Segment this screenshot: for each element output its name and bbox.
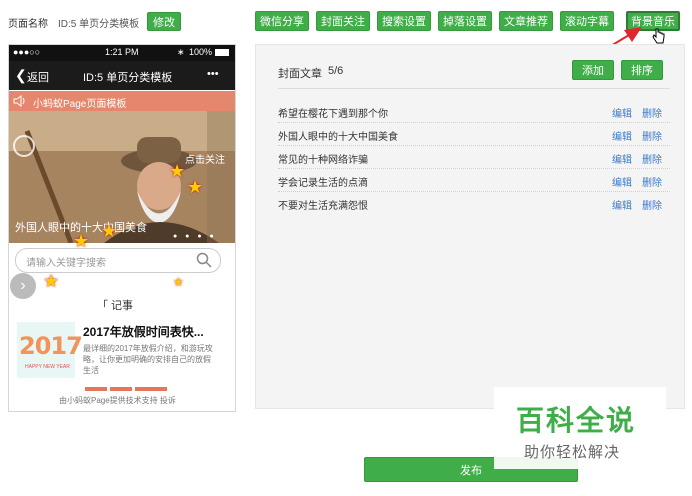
status-bar: ●●●○○ 1:21 PM ∗ 100%: [9, 45, 235, 61]
delete-article-link[interactable]: 删除: [642, 197, 662, 212]
tag-chip: [110, 387, 132, 391]
cover-articles-panel: 封面文章 5/6 添加 排序 希望在樱花下遇到那个你 编辑 删除 外国人眼中的十…: [255, 44, 685, 409]
panel-divider: [278, 88, 670, 89]
edit-article-link[interactable]: 编辑: [612, 197, 632, 212]
falling-star-icon: ★: [169, 161, 186, 181]
search-box[interactable]: 请输入关键字搜索: [15, 248, 221, 273]
article-row: 不要对生活充满怨恨 编辑 删除: [278, 192, 670, 214]
battery-level: 100%: [189, 47, 213, 57]
search-icon[interactable]: [196, 252, 212, 268]
tag-chip: [85, 387, 107, 391]
edit-article-link[interactable]: 编辑: [612, 174, 632, 189]
search-settings-button[interactable]: 搜索设置: [377, 11, 431, 31]
edit-article-link[interactable]: 编辑: [612, 105, 632, 120]
music-bar: 小蚂蚁Page页面模板: [9, 91, 235, 111]
hand-cursor-icon: [652, 28, 665, 44]
phone-preview: ●●●○○ 1:21 PM ∗ 100% ❮ 返回 ID:5 单页分类模板 ••…: [8, 44, 236, 412]
article-count: 5/6: [328, 65, 344, 77]
article-row: 外国人眼中的十大中国美食 编辑 删除: [278, 123, 670, 146]
article-row: 希望在樱花下遇到那个你 编辑 删除: [278, 100, 670, 123]
article-row-title: 学会记录生活的点滴: [278, 178, 368, 189]
page-name-value: ID:5 单页分类模板: [58, 19, 140, 30]
tag-chip: [135, 387, 167, 391]
speaker-icon[interactable]: [13, 95, 27, 107]
falling-star-icon: ★: [101, 221, 118, 241]
wechat-share-button[interactable]: 微信分享: [255, 11, 309, 31]
phone-nav-bar: ❮ 返回 ID:5 单页分类模板 •••: [9, 61, 235, 90]
article-row-title: 外国人眼中的十大中国美食: [278, 132, 398, 143]
search-input[interactable]: 请输入关键字搜索: [26, 254, 106, 269]
falling-star-icon: ★: [43, 271, 60, 291]
falling-star-icon: ★: [187, 177, 204, 197]
thumbnail-caption: HAPPY NEW YEAR: [25, 364, 70, 370]
sort-articles-button[interactable]: 排序: [621, 60, 663, 80]
more-icon[interactable]: •••: [207, 68, 219, 80]
music-title: 小蚂蚁Page页面模板: [33, 99, 127, 110]
edit-page-name-button[interactable]: 修改: [147, 12, 181, 31]
signal-indicator: ●●●○○: [13, 47, 41, 57]
carousel-dots: ● ● ● ●: [173, 233, 217, 240]
phone-page-title: ID:5 单页分类模板: [83, 72, 173, 84]
watermark-title: 百科全说: [516, 405, 637, 436]
delete-article-link[interactable]: 删除: [642, 151, 662, 166]
status-time: 1:21 PM: [105, 47, 139, 57]
phone-footer: 由小蚂蚁Page提供技术支持 投诉: [59, 396, 176, 405]
article-thumbnail[interactable]: 2017 HAPPY NEW YEAR: [17, 322, 83, 378]
section-title: 「 记事: [97, 300, 134, 312]
next-arrow-icon[interactable]: ›: [10, 273, 36, 299]
thumbnail-year: 2017: [19, 332, 83, 360]
bluetooth-icon: ∗: [177, 47, 185, 57]
watermark-subtitle: 助你轻松解决: [524, 444, 621, 461]
article-row-title: 希望在樱花下遇到那个你: [278, 109, 388, 120]
edit-article-link[interactable]: 编辑: [612, 128, 632, 143]
edit-article-link[interactable]: 编辑: [612, 151, 632, 166]
cover-follow-button[interactable]: 封面关注: [316, 11, 370, 31]
battery-icon: [215, 49, 229, 56]
back-link[interactable]: 返回: [27, 69, 49, 85]
delete-article-link[interactable]: 删除: [642, 174, 662, 189]
delete-article-link[interactable]: 删除: [642, 128, 662, 143]
delete-article-link[interactable]: 删除: [642, 105, 662, 120]
drop-settings-button[interactable]: 掉落设置: [438, 11, 492, 31]
article-description: 最详细的2017年放假介绍，和游玩攻略，让你更加明确的安排自己的放假生活: [83, 344, 213, 375]
article-row-title: 常见的十种网络诈骗: [278, 155, 368, 166]
article-row: 学会记录生活的点滴 编辑 删除: [278, 169, 670, 192]
page-name-label: 页面名称: [8, 19, 48, 30]
add-article-button[interactable]: 添加: [572, 60, 614, 80]
article-row-title: 不要对生活充满怨恨: [278, 201, 368, 212]
article-title[interactable]: 2017年放假时间表快...: [83, 323, 204, 340]
article-row: 常见的十种网络诈骗 编辑 删除: [278, 146, 670, 169]
panel-heading: 封面文章: [278, 68, 322, 80]
back-chevron-icon[interactable]: ❮: [15, 67, 27, 84]
music-disc-icon[interactable]: [13, 135, 35, 157]
follow-link[interactable]: 点击关注: [185, 151, 225, 166]
watermark: 百科全说 助你轻松解决: [494, 387, 666, 469]
falling-star-icon: ★: [173, 275, 184, 289]
